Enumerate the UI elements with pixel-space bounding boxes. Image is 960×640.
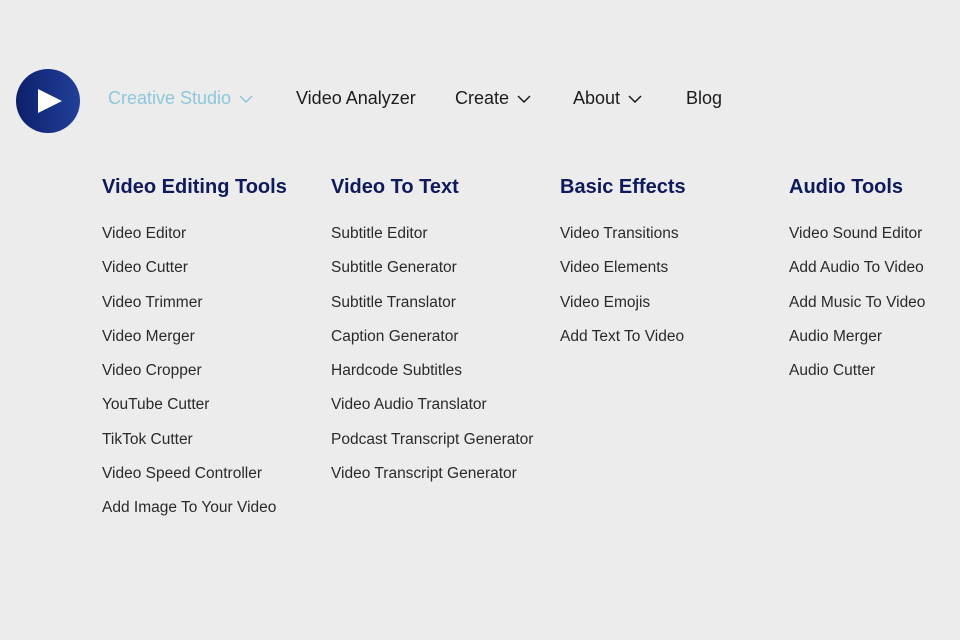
menu-column: Video To Text Subtitle Editor Subtitle Gen… <box>331 176 533 499</box>
menu-link[interactable]: Add Image To Your Video <box>102 499 287 533</box>
menu-column: Audio Tools Video Sound Editor Add Audio T… <box>789 176 925 396</box>
column-heading: Basic Effects <box>560 176 686 198</box>
menu-link[interactable]: Subtitle Translator <box>331 294 533 328</box>
nav-item-creative-studio[interactable]: Creative Studio <box>108 88 253 109</box>
menu-column: Video Editing Tools Video Editor Video Cut… <box>102 176 287 534</box>
menu-link[interactable]: TikTok Cutter <box>102 431 287 465</box>
column-heading: Audio Tools <box>789 176 904 198</box>
menu-link[interactable]: Subtitle Generator <box>331 259 533 293</box>
menu-link[interactable]: Podcast Transcript Generator <box>331 431 533 465</box>
menu-link[interactable]: Audio Merger <box>789 328 925 362</box>
column-heading: Video Editing Tools <box>102 176 287 198</box>
nav-label: Creative Studio <box>108 88 232 108</box>
menu-link[interactable]: Add Text To Video <box>560 328 686 362</box>
nav-label: Create <box>455 88 510 108</box>
logo[interactable] <box>16 69 80 133</box>
nav-label: About <box>573 88 621 108</box>
menu-link[interactable]: Video Elements <box>560 259 686 293</box>
nav-item-video-analyzer[interactable]: Video Analyzer <box>296 88 416 109</box>
nav-item-about[interactable]: About <box>573 88 642 109</box>
play-icon <box>38 89 62 113</box>
nav-item-create[interactable]: Create <box>455 88 531 109</box>
menu-link[interactable]: Subtitle Editor <box>331 225 533 259</box>
nav-label: Video Analyzer <box>296 88 416 108</box>
nav-label: Blog <box>686 88 723 108</box>
menu-link[interactable]: Video Sound Editor <box>789 225 925 259</box>
chevron-down-icon <box>628 94 642 103</box>
chevron-down-icon <box>239 94 253 103</box>
menu-link[interactable]: Add Audio To Video <box>789 259 925 293</box>
menu-link[interactable]: Video Trimmer <box>102 294 287 328</box>
menu-link[interactable]: Caption Generator <box>331 328 533 362</box>
menu-link[interactable]: Video Merger <box>102 328 287 362</box>
menu-link[interactable]: Add Music To Video <box>789 294 925 328</box>
menu-link[interactable]: Video Transitions <box>560 225 686 259</box>
menu-link[interactable]: Video Transcript Generator <box>331 465 533 499</box>
menu-link[interactable]: Video Cropper <box>102 362 287 396</box>
column-heading: Video To Text <box>331 176 459 198</box>
menu-link[interactable]: Video Emojis <box>560 294 686 328</box>
menu-link[interactable]: YouTube Cutter <box>102 396 287 430</box>
menu-link[interactable]: Audio Cutter <box>789 362 925 396</box>
nav-item-blog[interactable]: Blog <box>686 88 722 109</box>
chevron-down-icon <box>517 94 531 103</box>
menu-link[interactable]: Video Speed Controller <box>102 465 287 499</box>
menu-link[interactable]: Video Audio Translator <box>331 396 533 430</box>
menu-link[interactable]: Video Editor <box>102 225 287 259</box>
menu-column: Basic Effects Video Transitions Video Elem… <box>560 176 686 362</box>
menu-link[interactable]: Video Cutter <box>102 259 287 293</box>
menu-link[interactable]: Hardcode Subtitles <box>331 362 533 396</box>
